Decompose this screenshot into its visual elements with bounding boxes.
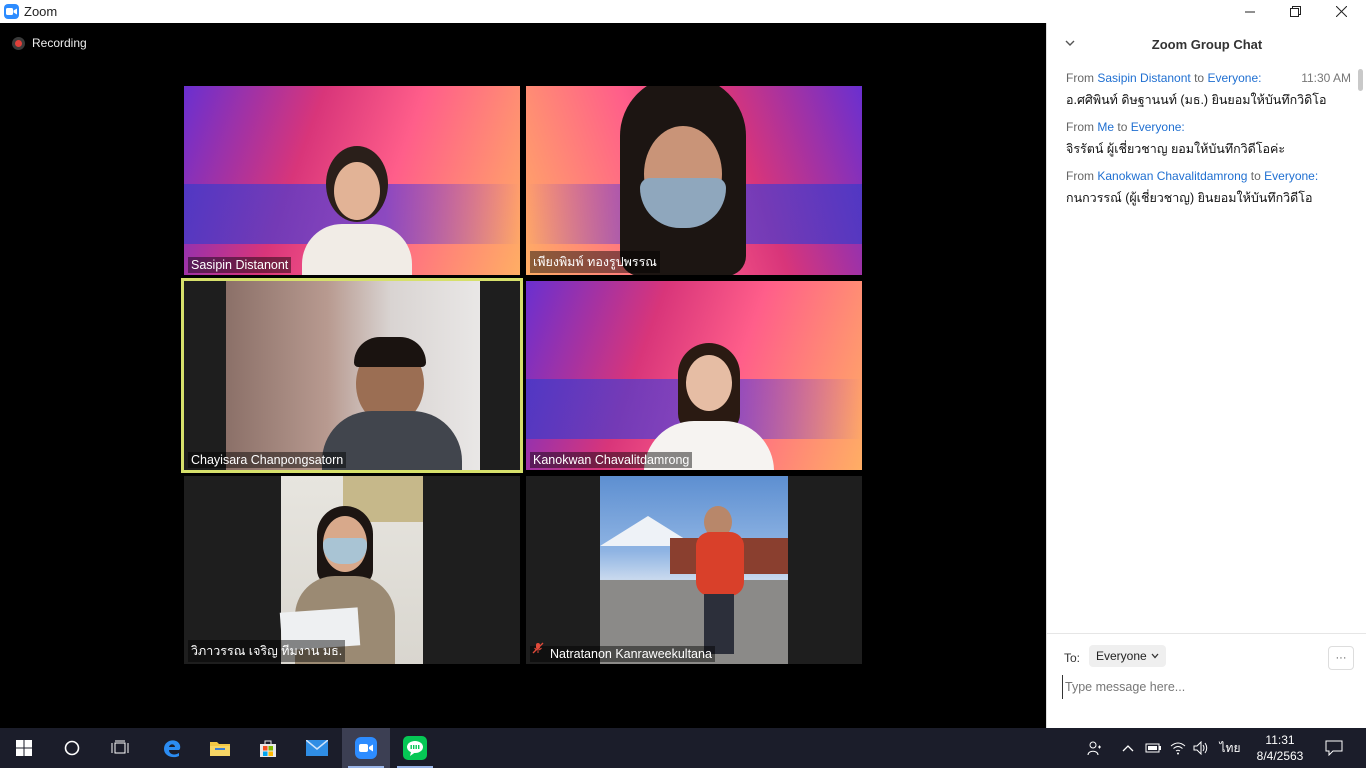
search-button[interactable] — [48, 728, 96, 768]
edge-icon — [164, 740, 181, 758]
zoom-app-button[interactable] — [342, 728, 390, 768]
wifi-icon — [1170, 742, 1186, 755]
title-bar: Zoom — [0, 0, 1366, 23]
minimize-icon — [1245, 11, 1255, 12]
file-explorer-button[interactable] — [196, 728, 244, 768]
mail-icon — [306, 740, 328, 756]
recording-indicator: Recording — [12, 36, 87, 50]
restore-button[interactable] — [1272, 0, 1318, 23]
task-view-button[interactable] — [96, 728, 144, 768]
chat-compose: To: Everyone ··· — [1047, 633, 1366, 729]
battery-button[interactable] — [1142, 728, 1164, 768]
people-icon — [1087, 741, 1101, 756]
participant-name: เพียงพิมพ์ ทองรูปพรรณ — [530, 251, 660, 273]
chat-header: Zoom Group Chat — [1047, 23, 1366, 67]
network-button[interactable] — [1167, 728, 1189, 768]
muted-mic-icon — [532, 641, 544, 659]
participant-name: Sasipin Distanont — [188, 257, 292, 273]
participant-video — [279, 476, 423, 664]
input-language-button[interactable]: ไทย — [1214, 728, 1246, 768]
video-tile-5[interactable]: วิภาวรรณ เจริญ ทีมงาน มธ. — [184, 476, 520, 664]
chevron-down-icon — [1151, 653, 1159, 659]
chat-title: Zoom Group Chat — [1151, 37, 1263, 52]
video-tile-1[interactable]: Sasipin Distanont — [184, 86, 520, 275]
windows-taskbar: ไทย 11:31 8/4/2563 — [0, 728, 1366, 768]
participant-video — [608, 86, 758, 275]
close-icon — [1335, 6, 1347, 17]
volume-button[interactable] — [1190, 728, 1212, 768]
message-sender: Me — [1097, 120, 1115, 134]
video-tile-2[interactable]: เพียงพิมพ์ ทองรูปพรรณ — [526, 86, 862, 275]
message-text: จิรรัตน์ ผู้เชี่ยวชาญ ยอมให้บันทึกวิดีโอ… — [1066, 142, 1286, 156]
folder-icon — [210, 742, 230, 756]
message-sender: Kanokwan Chavalitdamrong — [1097, 169, 1248, 183]
recording-icon — [12, 36, 25, 50]
action-center-button[interactable] — [1318, 728, 1350, 768]
notification-icon — [1325, 740, 1343, 756]
battery-icon — [1145, 743, 1161, 753]
minimize-button[interactable] — [1227, 0, 1273, 23]
participant-name: Kanokwan Chavalitdamrong — [530, 452, 693, 468]
speaker-icon — [1193, 741, 1208, 755]
message-recipient: Everyone: — [1130, 120, 1185, 134]
people-button[interactable] — [1080, 728, 1108, 768]
start-button[interactable] — [0, 728, 48, 768]
message-time: 11:30 AM — [1301, 71, 1351, 85]
participant-name: Natratanon Kanraweekultana — [530, 646, 715, 662]
message-sender: Sasipin Distanont — [1097, 71, 1191, 85]
recipient-select[interactable]: Everyone — [1089, 645, 1166, 667]
video-tile-4[interactable]: Kanokwan Chavalitdamrong — [526, 281, 862, 470]
message-recipient: Everyone: — [1207, 71, 1262, 85]
line-app-icon — [403, 736, 427, 760]
to-label: To: — [1064, 651, 1081, 665]
line-app-button[interactable] — [391, 728, 439, 768]
participant-video — [302, 140, 412, 275]
message-recipient: Everyone: — [1264, 169, 1319, 183]
participant-name: วิภาวรรณ เจริญ ทีมงาน มธ. — [188, 640, 346, 662]
video-gallery: Recording Sasipin Distanont เพียงพิมพ์ ท… — [0, 23, 1046, 728]
video-tile-3-active-speaker[interactable]: Chayisara Chanpongsatorn — [181, 278, 523, 473]
cortana-circle-icon — [64, 740, 80, 756]
chat-message-2: From Me to Everyone: จิรรัตน์ ผู้เชี่ยวช… — [1066, 120, 1351, 159]
message-input[interactable] — [1062, 675, 1357, 699]
window-title: Zoom — [24, 4, 58, 19]
windows-logo-icon — [16, 740, 32, 756]
chat-message-1: From Sasipin Distanont to Everyone: 11:3… — [1066, 71, 1351, 110]
clock-time: 11:31 — [1265, 733, 1295, 747]
system-clock[interactable]: 11:31 8/4/2563 — [1248, 732, 1312, 764]
message-text: อ.ศศิพินท์ ดิษฐานนท์ (มธ.) ยินยอมให้บันท… — [1066, 93, 1327, 107]
store-button[interactable] — [244, 728, 292, 768]
participant-video — [600, 476, 788, 664]
mail-button[interactable] — [293, 728, 341, 768]
participant-name: Chayisara Chanpongsatorn — [188, 452, 347, 468]
recipient-value: Everyone — [1096, 649, 1147, 663]
restore-icon — [1289, 6, 1301, 17]
video-tile-6[interactable]: Natratanon Kanraweekultana — [526, 476, 862, 664]
recording-label: Recording — [32, 36, 87, 50]
participant-video — [634, 337, 784, 470]
store-bag-icon — [260, 740, 276, 757]
edge-browser-button[interactable] — [148, 728, 196, 768]
show-hidden-icons-button[interactable] — [1118, 728, 1138, 768]
zoom-logo-icon — [4, 4, 19, 19]
clock-date: 8/4/2563 — [1256, 749, 1304, 763]
chat-scrollbar[interactable] — [1358, 69, 1363, 91]
chat-message-3: From Kanokwan Chavalitdamrong to Everyon… — [1066, 169, 1351, 208]
message-text: กนกวรรณ์ (ผู้เชี่ยวชาญ) ยินยอมให้บันทึกว… — [1066, 191, 1313, 205]
zoom-app-icon — [355, 737, 377, 759]
more-options-button[interactable]: ··· — [1328, 646, 1354, 670]
chevron-up-icon — [1122, 745, 1134, 752]
close-button[interactable] — [1318, 0, 1364, 23]
task-view-icon — [111, 740, 129, 754]
participant-video — [226, 281, 480, 470]
chat-panel: Zoom Group Chat From Sasipin Distanont t… — [1046, 23, 1366, 728]
